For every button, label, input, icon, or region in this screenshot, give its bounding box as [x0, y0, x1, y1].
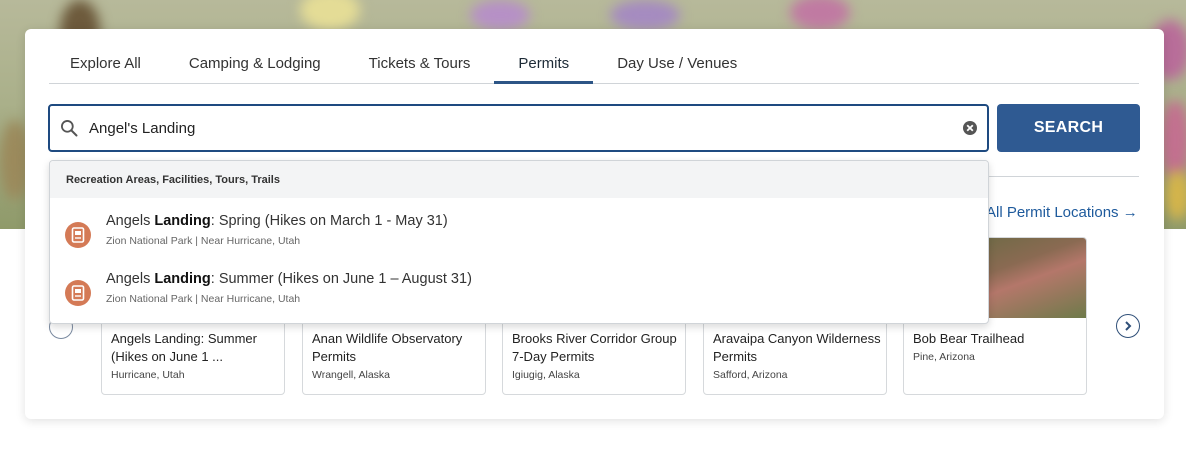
suggestion-item[interactable]: Angels Landing: Summer (Hikes on June 1 … [50, 265, 988, 319]
ticket-icon [65, 222, 91, 248]
suggestion-location: Zion National Park | Near Hurricane, Uta… [106, 293, 301, 305]
suggestion-location: Zion National Park | Near Hurricane, Uta… [106, 235, 301, 247]
search-row: SEARCH [48, 104, 1140, 152]
tab-day-use-venues[interactable]: Day Use / Venues [593, 43, 761, 84]
suggestion-item[interactable]: Angels Landing: Spring (Hikes on March 1… [50, 207, 988, 261]
permit-card-title: Bob Bear Trailhead [913, 331, 1025, 346]
suggestion-name: Angels Landing: Spring (Hikes on March 1… [106, 213, 448, 229]
search-field[interactable] [48, 104, 989, 152]
tab-permits[interactable]: Permits [494, 43, 594, 84]
permit-card-title: Anan Wildlife Observatory Permits [312, 331, 463, 364]
all-permit-locations-link[interactable]: All Permit Locations → [986, 204, 1138, 221]
tab-camping-lodging[interactable]: Camping & Lodging [165, 43, 345, 84]
permit-card-location: Pine, Arizona [913, 351, 975, 363]
tab-explore-all[interactable]: Explore All [49, 43, 165, 84]
permit-card-location: Hurricane, Utah [111, 369, 185, 381]
clear-icon[interactable] [962, 120, 978, 136]
permit-card-title: Aravaipa Canyon Wilderness Permits [713, 331, 881, 364]
permit-card-title: Brooks River Corridor Group 7-Day Permit… [512, 331, 677, 364]
divider [989, 176, 1139, 177]
search-suggestions-dropdown: Recreation Areas, Facilities, Tours, Tra… [49, 160, 989, 324]
suggestion-name: Angels Landing: Summer (Hikes on June 1 … [106, 271, 472, 287]
search-input[interactable] [89, 119, 962, 137]
chevron-right-icon[interactable] [1116, 314, 1140, 338]
search-button[interactable]: SEARCH [997, 104, 1140, 152]
tab-bar: Explore All Camping & Lodging Tickets & … [49, 43, 1139, 84]
suggestions-group-header: Recreation Areas, Facilities, Tours, Tra… [50, 161, 988, 198]
search-icon [60, 120, 78, 137]
permit-card-location: Igiugig, Alaska [512, 369, 580, 381]
ticket-icon [65, 280, 91, 306]
tab-tickets-tours[interactable]: Tickets & Tours [345, 43, 495, 84]
permit-card-location: Safford, Arizona [713, 369, 788, 381]
permit-card-title: Angels Landing: Summer (Hikes on June 1 … [111, 331, 257, 364]
permit-card-location: Wrangell, Alaska [312, 369, 391, 381]
